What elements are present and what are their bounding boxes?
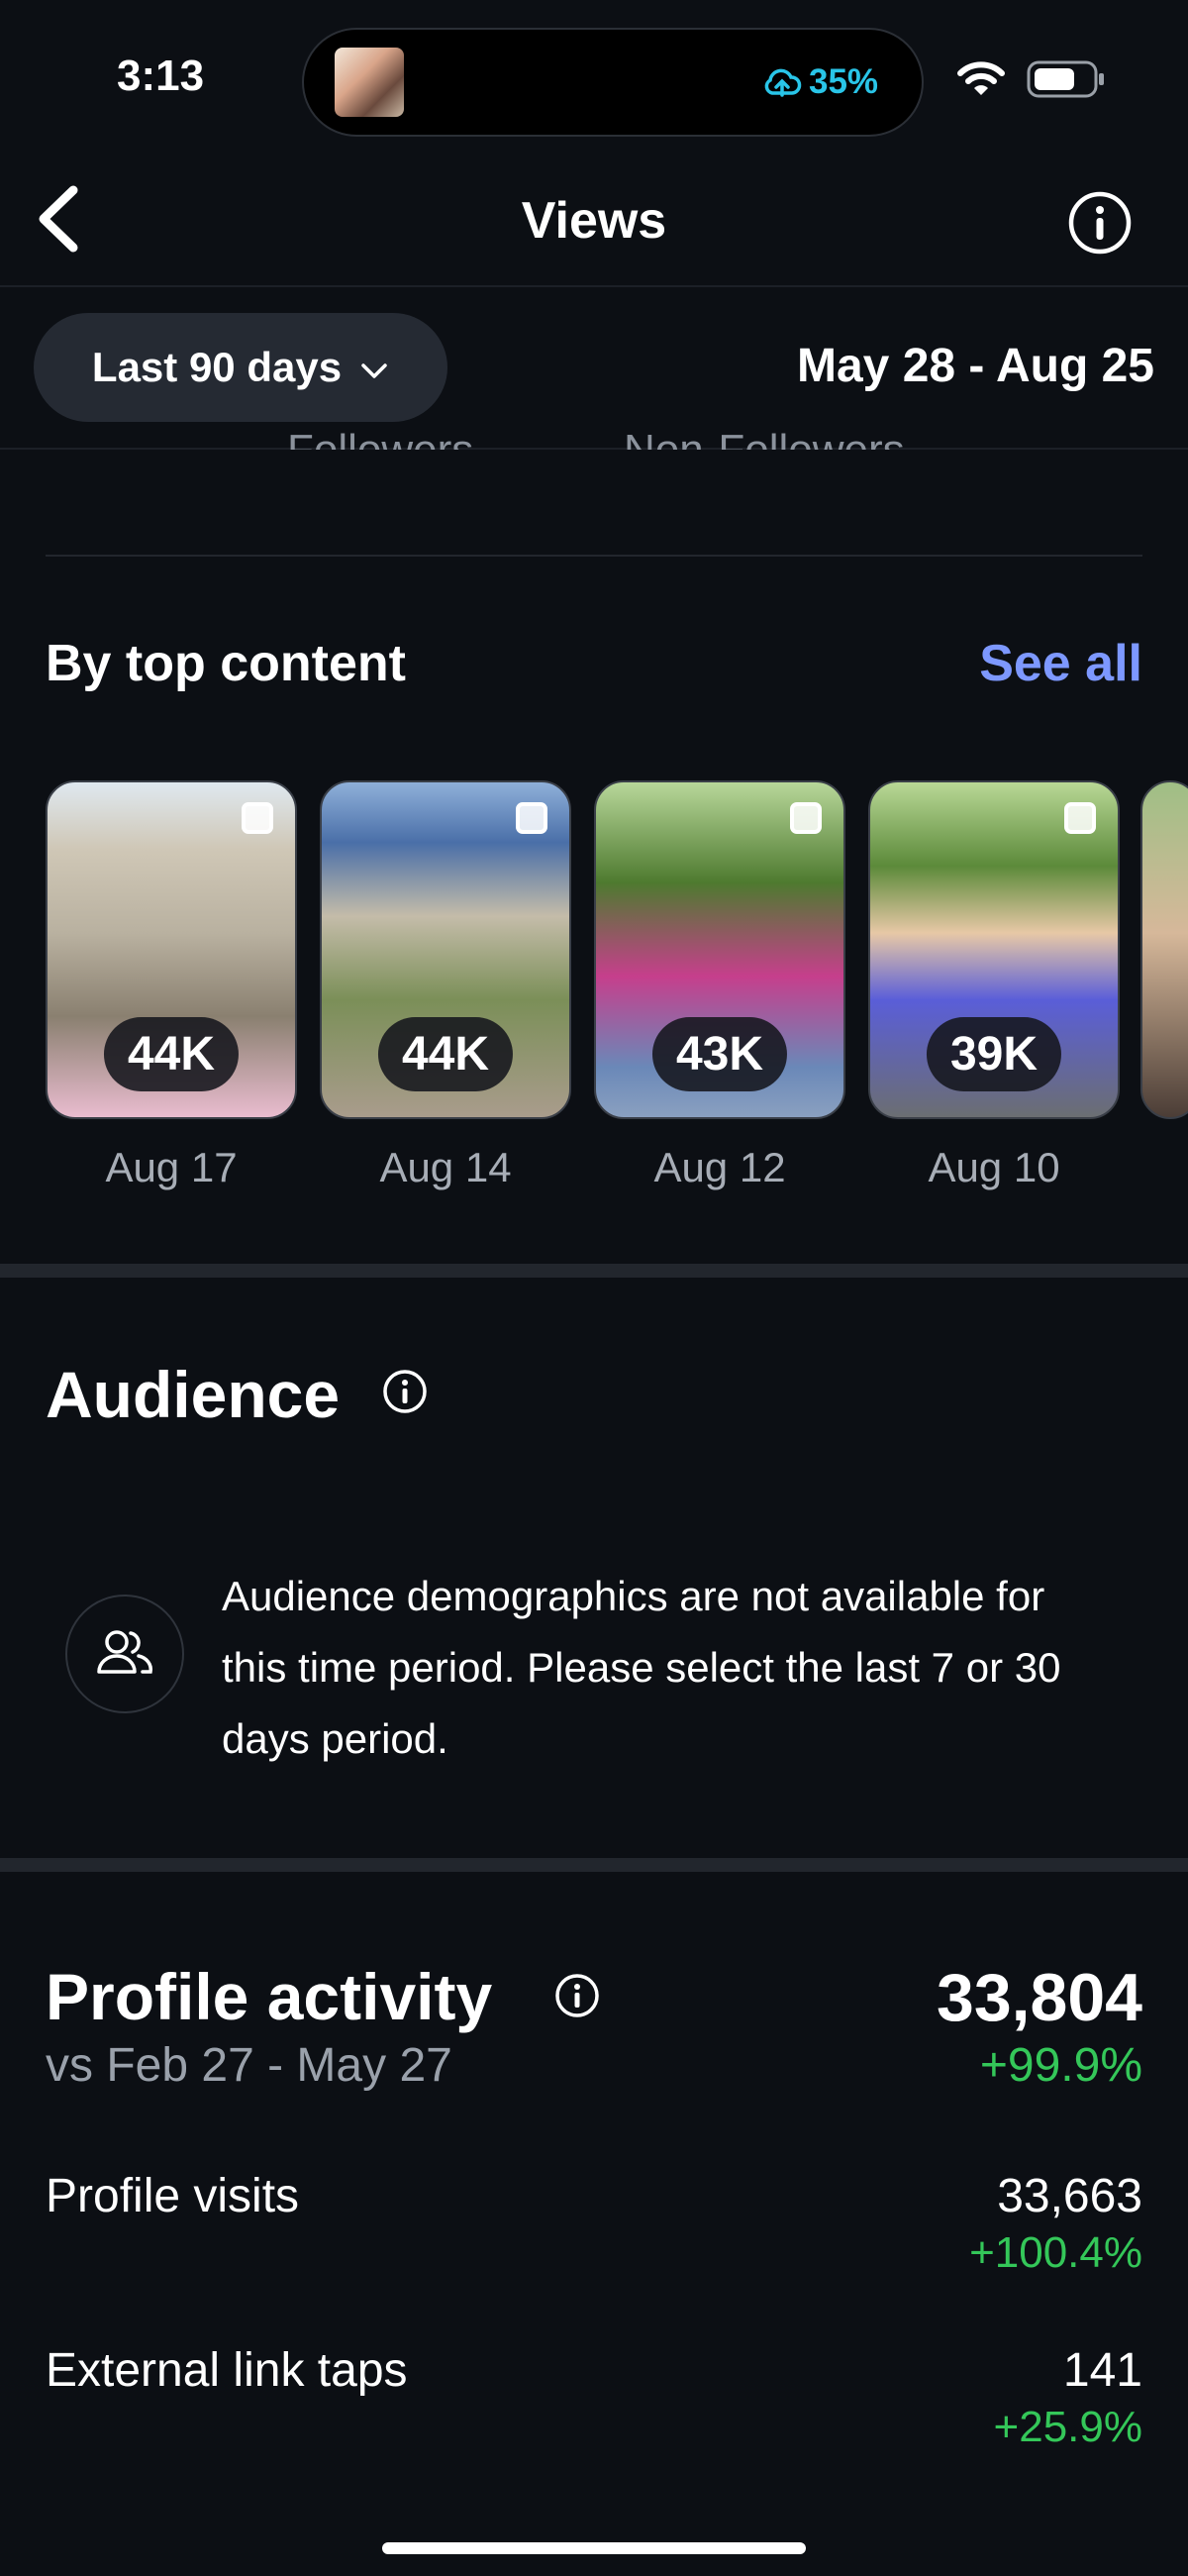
header-divider xyxy=(0,285,1188,287)
page-title: Views xyxy=(521,192,667,250)
profile-activity-total: 33,804 xyxy=(937,1960,1142,2035)
carousel-icon xyxy=(1064,802,1096,834)
profile-activity-change: +99.9% xyxy=(979,2039,1142,2092)
content-date: Aug 17 xyxy=(105,1144,238,1190)
content-thumbnail-partial[interactable] xyxy=(1140,780,1188,1119)
content-views: 44K xyxy=(377,1017,514,1091)
audience-icon-circle xyxy=(65,1595,184,1713)
chevron-down-icon xyxy=(359,344,389,391)
carousel-icon xyxy=(790,802,822,834)
audience-title: Audience xyxy=(46,1358,341,1431)
metric-label: External link taps xyxy=(46,2344,408,2397)
audience-unavailable-message: Audience demographics are not available … xyxy=(222,1573,1061,1762)
metric-change: +25.9% xyxy=(993,2403,1142,2451)
battery-icon xyxy=(1027,59,1106,99)
info-icon[interactable] xyxy=(554,1973,600,2023)
section-divider-thick xyxy=(0,1858,1188,1872)
content-views: 44K xyxy=(103,1017,240,1091)
metric-change: +100.4% xyxy=(969,2228,1142,2277)
wifi-icon xyxy=(956,59,1006,104)
filter-divider xyxy=(0,448,1188,450)
status-time: 3:13 xyxy=(117,52,205,100)
metric-label: Profile visits xyxy=(46,2170,300,2222)
live-activity-thumbnail xyxy=(335,48,404,117)
section-divider xyxy=(46,555,1142,557)
home-indicator[interactable] xyxy=(382,2542,806,2554)
content-date: Aug 12 xyxy=(653,1144,786,1190)
top-content-title: By top content xyxy=(46,635,406,692)
followers-label: Followers xyxy=(287,426,473,450)
people-icon xyxy=(93,1624,156,1685)
content-thumbnail[interactable]: 44K xyxy=(46,780,297,1119)
profile-activity-title: Profile activity xyxy=(46,1960,493,2033)
content-views: 43K xyxy=(651,1017,788,1091)
see-all-link[interactable]: See all xyxy=(979,634,1142,693)
info-icon[interactable] xyxy=(382,1369,428,1419)
content-thumbnail[interactable]: 39K xyxy=(868,780,1120,1119)
date-range-dropdown[interactable]: Last 90 days xyxy=(34,313,447,422)
section-divider-thick xyxy=(0,1264,1188,1278)
date-range-text: May 28 - Aug 25 xyxy=(796,340,1154,392)
cloud-upload-icon xyxy=(762,65,802,106)
content-date: Aug 10 xyxy=(928,1144,1060,1190)
upload-progress-text: 35% xyxy=(809,62,879,101)
content-date: Aug 14 xyxy=(379,1144,512,1190)
carousel-icon xyxy=(516,802,547,834)
content-thumbnail[interactable]: 43K xyxy=(594,780,845,1119)
comparison-period: vs Feb 27 - May 27 xyxy=(46,2039,452,2092)
non-followers-label: Non-Followers xyxy=(624,426,905,450)
info-icon[interactable] xyxy=(1067,190,1133,260)
content-views: 39K xyxy=(926,1017,1062,1091)
carousel-icon xyxy=(242,802,273,834)
date-range-dropdown-label: Last 90 days xyxy=(91,344,343,390)
content-thumbnail[interactable]: 44K xyxy=(320,780,571,1119)
metric-value: 141 xyxy=(1062,2344,1142,2397)
metric-value: 33,663 xyxy=(997,2170,1142,2222)
